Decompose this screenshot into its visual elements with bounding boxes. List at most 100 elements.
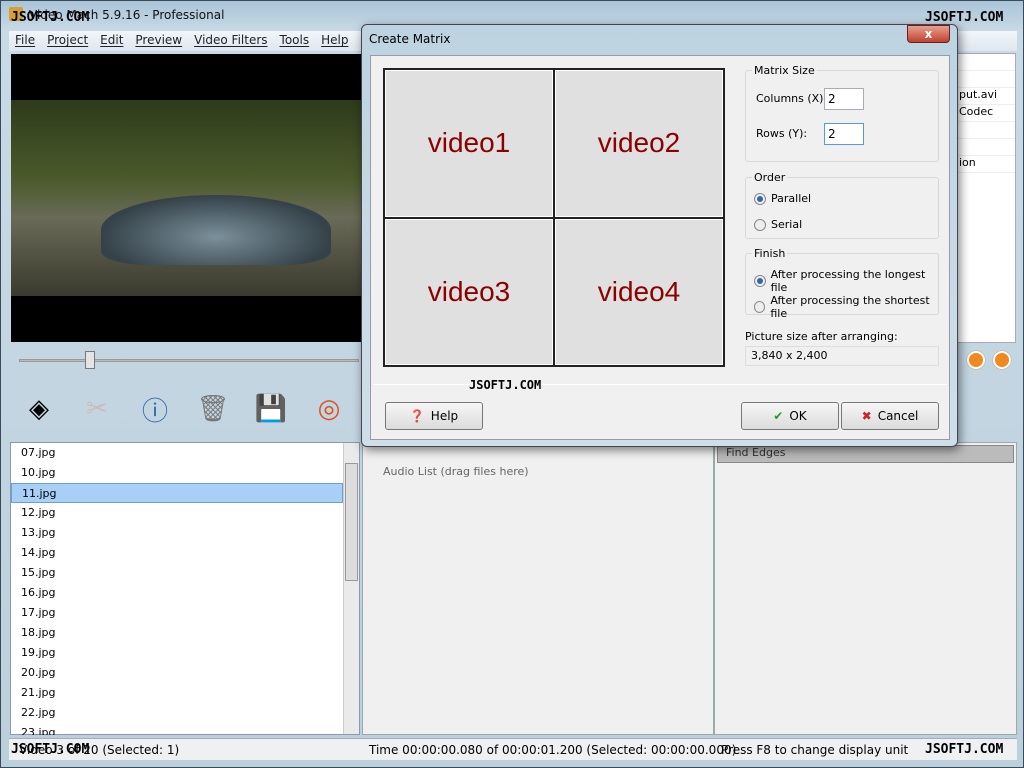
picture-size-label: Picture size after arranging:	[745, 330, 898, 343]
x-icon: ✖	[861, 409, 872, 423]
radio-icon	[754, 192, 766, 205]
properties-list: put.avi Codec ion	[956, 53, 1016, 343]
list-item[interactable]: 15.jpg	[11, 563, 359, 583]
matrix-cell[interactable]: video2	[555, 70, 723, 217]
file-list[interactable]: 07.jpg 10.jpg 11.jpg 12.jpg 13.jpg 14.jp…	[10, 442, 360, 735]
finish-longest-radio[interactable]: After processing the longest file	[754, 268, 938, 294]
info-icon[interactable]: ⓘ	[137, 391, 173, 427]
list-item[interactable]: 17.jpg	[11, 603, 359, 623]
lifebuoy-icon[interactable]: ◎	[311, 391, 347, 427]
prop-row	[957, 54, 1015, 71]
slider-thumb[interactable]	[85, 351, 95, 369]
cancel-button[interactable]: ✖ Cancel	[841, 402, 939, 430]
list-item[interactable]: 07.jpg	[11, 443, 359, 463]
radio-label: Parallel	[771, 192, 812, 205]
rows-input[interactable]: 2	[824, 123, 864, 145]
list-item[interactable]: 20.jpg	[11, 663, 359, 683]
watermark: JSOFTJ.COM	[925, 10, 1004, 25]
checkmark-icon: ✔	[773, 409, 784, 423]
watermark: JSOFTJ.COM	[11, 742, 90, 757]
order-serial-radio[interactable]: Serial	[754, 218, 802, 231]
list-item-selected[interactable]: 11.jpg	[11, 483, 343, 503]
order-group: Order Parallel Serial	[745, 171, 939, 239]
status-bar: Video 3 of 20 (Selected: 1) Time 00:00:0…	[9, 738, 1017, 760]
next-button[interactable]	[993, 351, 1011, 369]
radio-icon	[754, 301, 766, 313]
car-image	[101, 195, 331, 265]
prop-row	[957, 139, 1015, 156]
ok-button[interactable]: ✔ OK	[741, 402, 839, 430]
prop-row: ion	[957, 156, 1015, 173]
order-parallel-radio[interactable]: Parallel	[754, 192, 811, 205]
matrix-size-group: Matrix Size Columns (X): 2 Rows (Y): 2	[745, 64, 939, 162]
close-button[interactable]: x	[907, 25, 950, 43]
dialog-title: Create Matrix	[369, 32, 451, 46]
menu-tools[interactable]: Tools	[274, 31, 316, 51]
button-label: Help	[430, 409, 459, 423]
audio-list[interactable]: Audio List (drag files here)	[362, 442, 714, 735]
prop-row: put.avi	[957, 88, 1015, 105]
list-item[interactable]: 14.jpg	[11, 543, 359, 563]
prop-row: Codec	[957, 105, 1015, 122]
menu-preview[interactable]: Preview	[129, 31, 188, 51]
menu-help[interactable]: Help	[315, 31, 354, 51]
create-matrix-dialog: Create Matrix x video1 video2 video3 vid…	[361, 24, 958, 447]
audio-list-hint: Audio List (drag files here)	[383, 465, 529, 478]
finish-shortest-radio[interactable]: After processing the shortest file	[754, 294, 938, 320]
toolbar: ◈ ✂ ⓘ 🗑 💾 ◎	[21, 391, 347, 427]
separator	[373, 384, 947, 385]
help-button[interactable]: ❓ Help	[385, 402, 483, 430]
list-item[interactable]: 12.jpg	[11, 503, 359, 523]
list-item[interactable]: 13.jpg	[11, 523, 359, 543]
radio-label: After processing the shortest file	[770, 294, 930, 320]
matrix-preview: video1 video2 video3 video4	[383, 68, 725, 367]
rows-label: Rows (Y):	[756, 127, 808, 140]
eraser-icon[interactable]: ◈	[21, 391, 57, 427]
watermark: JSOFTJ.COM	[11, 10, 90, 25]
filter-list[interactable]: Find Edges	[714, 442, 1017, 735]
list-item[interactable]: 16.jpg	[11, 583, 359, 603]
radio-label: Serial	[771, 218, 803, 231]
prop-row	[957, 122, 1015, 139]
list-item[interactable]: 10.jpg	[11, 463, 359, 483]
matrix-cell[interactable]: video1	[385, 70, 553, 217]
list-item[interactable]: 23.jpg	[11, 723, 359, 735]
finish-group: Finish After processing the longest file…	[745, 247, 939, 320]
group-label: Finish	[752, 247, 788, 260]
file-list-scrollbar[interactable]	[343, 443, 359, 734]
menu-project[interactable]: Project	[41, 31, 94, 51]
picture-size-value: 3,840 x 2,400	[745, 346, 939, 366]
list-item[interactable]: 21.jpg	[11, 683, 359, 703]
button-label: OK	[789, 409, 807, 423]
help-icon: ❓	[409, 409, 425, 423]
radio-icon	[754, 218, 766, 231]
prop-row	[957, 71, 1015, 88]
group-label: Matrix Size	[752, 64, 817, 77]
matrix-cell[interactable]: video4	[555, 218, 723, 365]
radio-icon	[754, 275, 766, 287]
list-item[interactable]: 18.jpg	[11, 623, 359, 643]
scissors-icon[interactable]: ✂	[79, 391, 115, 427]
prev-button[interactable]	[967, 351, 985, 369]
save-icon[interactable]: 💾	[253, 391, 289, 427]
list-item[interactable]: 19.jpg	[11, 643, 359, 663]
preview-image	[11, 100, 361, 296]
watermark: JSOFTJ.COM	[925, 742, 1004, 757]
scrollbar-thumb[interactable]	[345, 463, 358, 581]
group-label: Order	[752, 171, 788, 184]
menu-file[interactable]: File	[9, 31, 41, 51]
radio-label: After processing the longest file	[770, 268, 926, 294]
columns-label: Columns (X):	[756, 92, 828, 105]
button-label: Cancel	[877, 409, 919, 423]
matrix-cell[interactable]: video3	[385, 218, 553, 365]
position-slider[interactable]	[19, 359, 359, 362]
dialog-body: video1 video2 video3 video4 Matrix Size …	[370, 55, 950, 440]
trash-icon[interactable]: 🗑	[195, 391, 231, 427]
columns-input[interactable]: 2	[824, 88, 864, 110]
list-item[interactable]: 22.jpg	[11, 703, 359, 723]
menu-video-filters[interactable]: Video Filters	[188, 31, 273, 51]
menu-edit[interactable]: Edit	[94, 31, 129, 51]
watermark: JSOFTJ.COM	[469, 378, 542, 392]
status-hint: Press F8 to change display unit	[721, 743, 909, 757]
filter-item[interactable]: Find Edges	[717, 445, 1014, 463]
